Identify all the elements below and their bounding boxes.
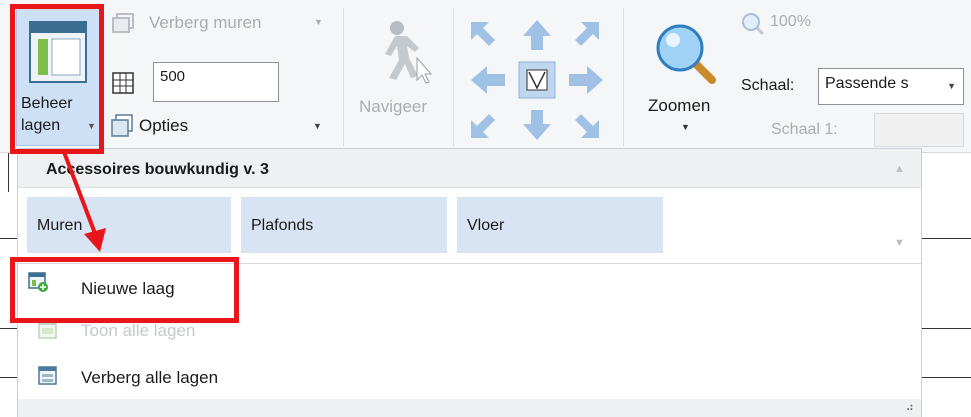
scale-select-value: Passende s bbox=[825, 75, 909, 92]
magnifier-icon bbox=[656, 24, 716, 84]
chevron-down-icon: ▼ bbox=[947, 81, 956, 91]
chevron-down-icon: ▼ bbox=[314, 17, 323, 27]
hide-layers-icon bbox=[38, 366, 57, 385]
scale1-input[interactable] bbox=[874, 113, 964, 147]
zoom-100-button[interactable]: 100% bbox=[770, 13, 811, 31]
options-button[interactable]: Opties bbox=[139, 116, 188, 136]
grid-icon bbox=[112, 72, 134, 94]
canvas-line bbox=[8, 152, 9, 192]
canvas-line bbox=[0, 238, 17, 239]
scale-select[interactable]: Passende s ▼ bbox=[818, 68, 964, 105]
show-layers-icon bbox=[38, 320, 57, 339]
chevron-down-icon: ▼ bbox=[681, 122, 690, 132]
ribbon-toolbar: Beheer lagen ▼ Verberg muren ▼ 500 Optie… bbox=[0, 0, 971, 153]
grid-size-input[interactable]: 500 bbox=[153, 62, 279, 102]
category-vloer[interactable]: Vloer bbox=[457, 197, 663, 253]
options-icon bbox=[111, 114, 133, 137]
scale-label: Schaal: bbox=[741, 77, 795, 94]
zoom-button[interactable]: Zoomen bbox=[648, 96, 710, 116]
scroll-up-icon[interactable]: ▲ bbox=[894, 163, 905, 175]
cube-icon bbox=[112, 13, 134, 33]
annotation-highlight-new-layer bbox=[10, 257, 239, 323]
scale1-label: Schaal 1: bbox=[771, 121, 838, 138]
scroll-down-icon[interactable]: ▼ bbox=[894, 237, 905, 249]
resize-grip-icon[interactable]: ⠠⠆ bbox=[902, 400, 918, 414]
zoom-100-icon bbox=[742, 13, 765, 36]
canvas-line bbox=[922, 377, 971, 378]
category-muren[interactable]: Muren bbox=[27, 197, 231, 253]
annotation-highlight-manage-layers bbox=[10, 4, 104, 154]
menu-item-hide-all-layers[interactable]: Verberg alle lagen bbox=[81, 368, 218, 388]
menu-item-show-all-layers[interactable]: Toon alle lagen bbox=[81, 321, 195, 341]
navigation-arrows bbox=[471, 20, 603, 140]
hide-walls-button[interactable]: Verberg muren bbox=[149, 13, 261, 33]
chevron-down-icon: ▼ bbox=[313, 121, 322, 131]
canvas-line bbox=[0, 328, 17, 329]
navigate-button[interactable]: Navigeer bbox=[359, 97, 427, 117]
canvas-line bbox=[922, 238, 971, 239]
canvas-line bbox=[0, 377, 17, 378]
annotation-arrow bbox=[62, 151, 106, 252]
walking-person-icon bbox=[385, 21, 433, 84]
category-plafonds[interactable]: Plafonds bbox=[241, 197, 447, 253]
menu-footer bbox=[18, 399, 921, 417]
canvas-line bbox=[922, 328, 971, 329]
